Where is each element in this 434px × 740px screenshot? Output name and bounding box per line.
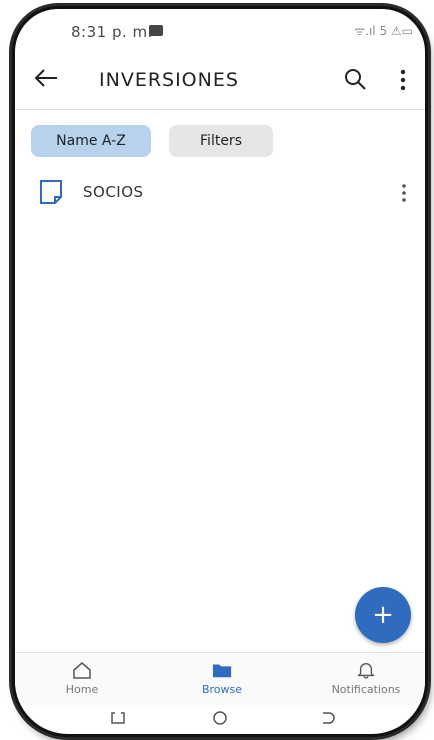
search-icon[interactable] bbox=[343, 67, 367, 91]
status-time: 8:31 p. m. bbox=[71, 23, 153, 41]
notification-app-icon bbox=[149, 25, 163, 36]
folder-icon bbox=[212, 664, 232, 678]
filters-chip[interactable]: Filters bbox=[169, 125, 273, 157]
nav-notifications[interactable]: Notifications bbox=[311, 653, 421, 705]
nav-home-label: Home bbox=[65, 683, 99, 696]
page-title: INVERSIONES bbox=[99, 69, 239, 91]
sort-chip[interactable]: Name A-Z bbox=[31, 125, 151, 157]
nav-browse-label: Browse bbox=[201, 683, 243, 696]
recents-icon[interactable] bbox=[109, 710, 127, 726]
bell-icon bbox=[357, 663, 375, 679]
app-bar: INVERSIONES bbox=[15, 51, 425, 107]
list-item[interactable]: SOCIOS bbox=[15, 173, 425, 217]
status-bar: 8:31 p. m. ᯤ.ıl 5 ⚠▭ bbox=[15, 9, 425, 49]
nav-notifications-label: Notifications bbox=[331, 683, 401, 696]
phone-frame: 8:31 p. m. ᯤ.ıl 5 ⚠▭ INVERSIONES Name A-… bbox=[12, 6, 428, 737]
system-nav-bar bbox=[15, 704, 425, 734]
more-vert-icon[interactable] bbox=[401, 183, 407, 203]
bottom-nav: Home Browse Notifications bbox=[15, 652, 425, 705]
document-icon bbox=[40, 180, 62, 204]
add-button[interactable]: + bbox=[355, 587, 411, 643]
back-system-icon[interactable] bbox=[319, 710, 337, 726]
status-indicators: ᯤ.ıl 5 ⚠▭ bbox=[354, 24, 413, 38]
app-bar-divider bbox=[15, 109, 425, 110]
arrow-left-icon[interactable] bbox=[33, 67, 59, 89]
nav-browse[interactable]: Browse bbox=[167, 653, 277, 705]
list-item-label: SOCIOS bbox=[83, 183, 144, 201]
home-circle-icon[interactable] bbox=[211, 710, 229, 726]
more-vert-icon[interactable] bbox=[399, 69, 407, 91]
home-icon bbox=[73, 662, 91, 679]
nav-home[interactable]: Home bbox=[27, 653, 137, 705]
